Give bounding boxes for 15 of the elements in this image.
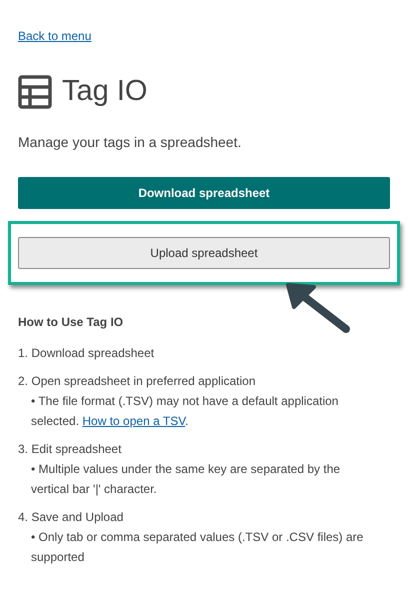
step-title: 4. Save and Upload — [18, 508, 124, 526]
step-title: 1. Download spreadsheet — [18, 344, 156, 362]
back-link[interactable]: Back to menu — [18, 29, 92, 43]
description: Manage your tags in a spreadsheet. — [18, 132, 242, 152]
table-icon — [18, 74, 52, 109]
step-note: • Multiple values under the same key are separated by the vertical bar '|' character. — [30, 460, 342, 498]
download-button[interactable]: Download spreadsheet — [18, 176, 390, 208]
upload-button[interactable]: Upload spreadsheet — [18, 236, 390, 268]
page-title: Tag IO — [62, 74, 148, 109]
instructions-heading: How to Use Tag IO — [18, 314, 124, 330]
help-link[interactable]: How to open a TSV — [82, 414, 186, 428]
step-title: 3. Edit spreadsheet — [18, 440, 122, 458]
step-title: 2. Open spreadsheet in preferred application — [18, 372, 257, 390]
step-note: • Only tab or comma separated values (.TSV or .CSV files) are supported — [30, 528, 364, 566]
step-note: • The file format (.TSV) may not have a default application selected. How to open a TSV. — [30, 392, 340, 430]
